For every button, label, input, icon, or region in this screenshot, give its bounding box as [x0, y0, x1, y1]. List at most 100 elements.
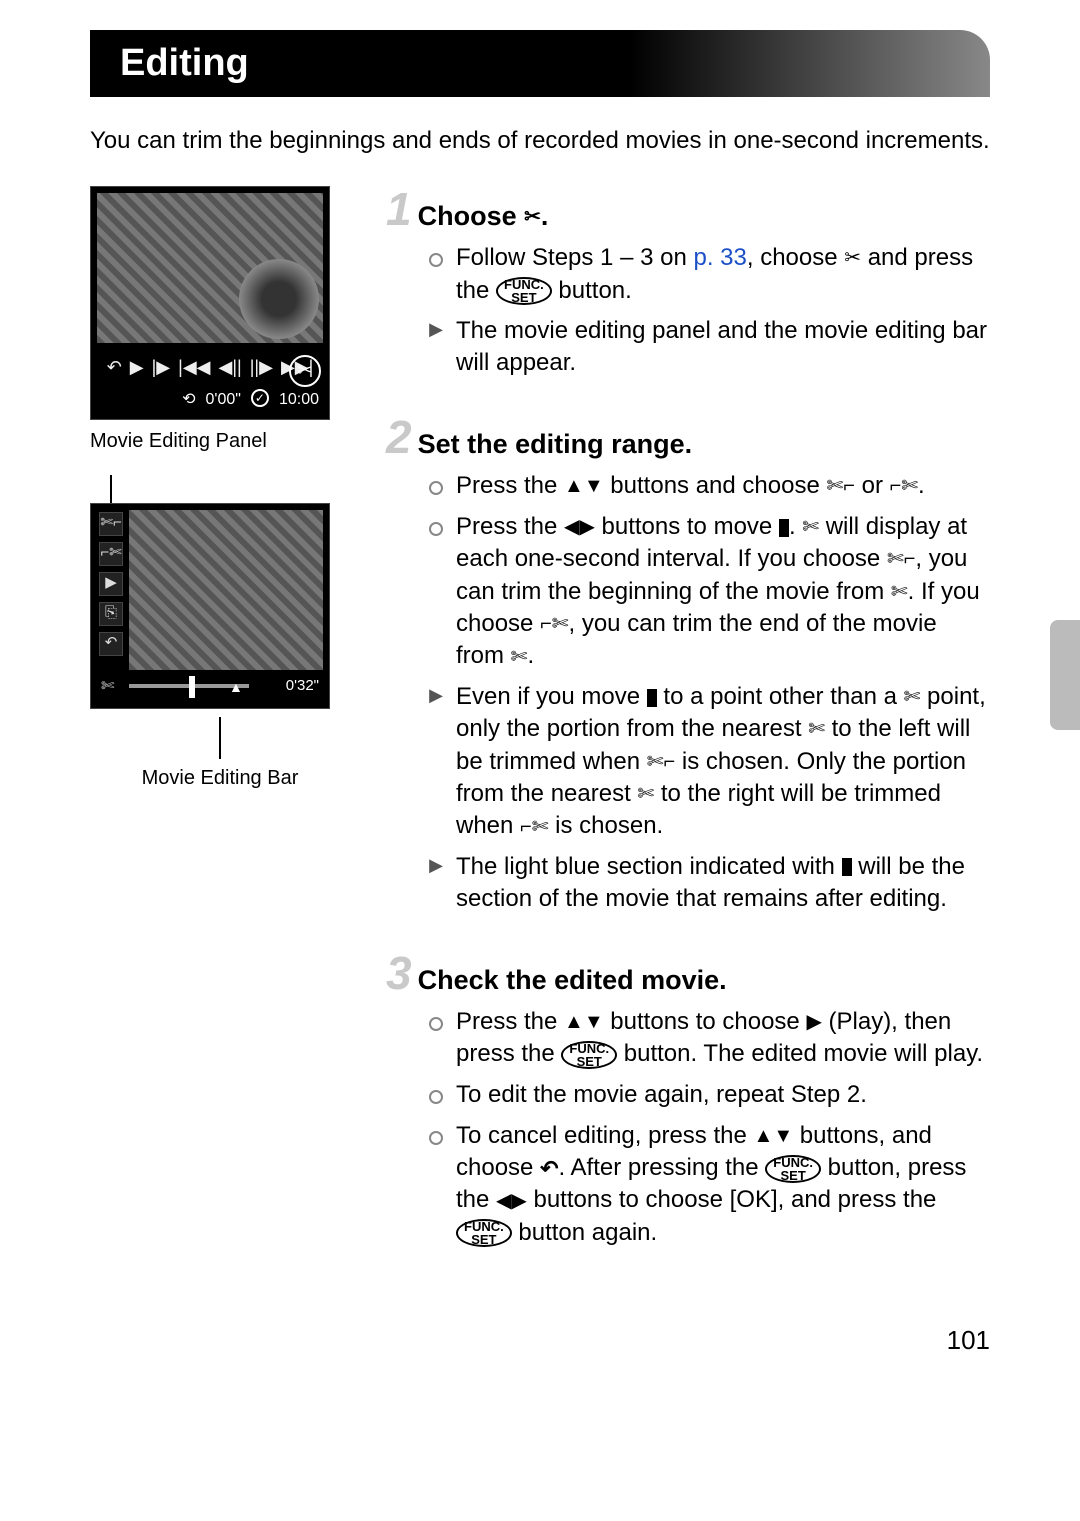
clock-icon: ✓ — [251, 389, 269, 407]
step-bullet: To cancel editing, press the buttons, an… — [426, 1120, 990, 1250]
bullet-text: The light blue section indicated with wi… — [456, 851, 990, 916]
circle-bullet-icon — [426, 474, 446, 503]
bullet-text: To edit the movie again, repeat Step 2. — [456, 1079, 990, 1112]
bar-handle-icon — [189, 676, 195, 698]
bullet-text: Press the buttons and choose or . — [456, 470, 990, 503]
step-bullet: Follow Steps 1 – 3 on p. 33, choose and … — [426, 242, 990, 307]
page-title: Editing — [90, 30, 990, 97]
step-2: 2Set the editing range. Press the buttons… — [386, 414, 990, 916]
save-icon: ⎘ — [99, 602, 123, 626]
bullet-text: Follow Steps 1 – 3 on p. 33, choose and … — [456, 242, 990, 307]
step-body: Press the buttons to choose (Play), then… — [426, 1006, 990, 1249]
cut-end-icon — [540, 611, 568, 638]
step-number: 3 — [386, 950, 412, 996]
down-icon — [584, 1009, 604, 1036]
return-icon — [540, 1154, 558, 1184]
step-number: 2 — [386, 414, 412, 460]
cut-begin-icon — [647, 749, 675, 776]
circle-bullet-icon — [426, 515, 446, 673]
panel-caption: Movie Editing Panel — [90, 428, 350, 455]
page-ref-link[interactable]: p. 33 — [693, 244, 746, 271]
bullet-text: Even if you move to a point other than a… — [456, 681, 990, 843]
scissors-icon — [808, 716, 825, 743]
step-body: Follow Steps 1 – 3 on p. 33, choose and … — [426, 242, 990, 380]
left-icon — [564, 514, 579, 541]
edit-scissors-highlight: ✂ — [289, 355, 321, 387]
cut-end-icon — [520, 814, 548, 841]
return-icon: ↶ — [99, 632, 123, 656]
step-number: 1 — [386, 186, 412, 232]
circle-bullet-icon — [426, 246, 446, 307]
step-title: Choose . — [418, 198, 549, 234]
bullet-text: Press the buttons to choose (Play), then… — [456, 1006, 990, 1071]
funcset-icon: FUNC.SET — [456, 1219, 512, 1247]
triangle-bullet-icon: ▶ — [426, 319, 446, 380]
right-icon — [511, 1188, 526, 1215]
scissors-open-icon — [844, 245, 861, 272]
back-icon: ↶ — [107, 355, 122, 379]
handle-mark-icon — [647, 689, 657, 707]
leader-line-panel — [110, 475, 112, 503]
scissors-icon — [802, 514, 819, 541]
scissors-icon — [511, 644, 528, 671]
editing-bar: ✄ ▲ 0'32" — [129, 676, 319, 698]
page-number: 101 — [90, 1323, 990, 1358]
bullet-text: Press the buttons to move . will display… — [456, 511, 990, 673]
bullet-text: To cancel editing, press the buttons, an… — [456, 1120, 990, 1250]
down-icon — [773, 1123, 793, 1150]
step-bullet: To edit the movie again, repeat Step 2. — [426, 1079, 990, 1112]
step-bullet: Press the buttons to choose (Play), then… — [426, 1006, 990, 1071]
step-bullet: Press the buttons and choose or . — [426, 470, 990, 503]
bar-time: 0'32" — [286, 676, 319, 696]
circle-bullet-icon — [426, 1010, 446, 1071]
left-icon — [496, 1188, 511, 1215]
slow-icon: |▶ — [152, 355, 171, 379]
step-1: 1Choose . Follow Steps 1 – 3 on p. 33, ch… — [386, 186, 990, 380]
bar-scissors-icon: ✄ — [101, 676, 114, 698]
funcset-icon: FUNC.SET — [561, 1041, 617, 1069]
triangle-bullet-icon: ▶ — [426, 685, 446, 843]
up-icon — [754, 1123, 774, 1150]
bar-tick-icon: ▲ — [229, 678, 243, 697]
thumb-tab — [1050, 620, 1080, 730]
circle-bullet-icon — [426, 1083, 446, 1112]
step-bullet: ▶The movie editing panel and the movie e… — [426, 315, 990, 380]
scissors-icon — [904, 684, 921, 711]
steps: 1Choose . Follow Steps 1 – 3 on p. 33, ch… — [386, 186, 990, 1284]
step-title: Set the editing range. — [418, 426, 693, 462]
funcset-icon: FUNC.SET — [496, 277, 552, 305]
play-icon — [806, 1009, 821, 1036]
cut-begin-icon: ✄⌐ — [99, 512, 123, 536]
cut-end-icon: ⌐✄ — [99, 542, 123, 566]
handle-mark-icon — [842, 858, 852, 876]
cut-end-icon — [890, 473, 918, 500]
triangle-bullet-icon: ▶ — [426, 855, 446, 916]
step-bullet: Press the buttons to move . will display… — [426, 511, 990, 673]
bar-caption: Movie Editing Bar — [90, 765, 350, 792]
scissors-open-icon — [524, 204, 541, 231]
editing-side-icons: ✄⌐ ⌐✄ ▶ ⎘ ↶ — [99, 512, 123, 656]
cut-begin-icon — [887, 546, 915, 573]
handle-mark-icon — [779, 519, 789, 537]
figure-column: ↶ ▶ |▶ |◀◀ ◀|| ||▶ ▶▶| ✂ ⟲ 0'00" ✓ 10:00… — [90, 186, 350, 1284]
intro-text: You can trim the beginnings and ends of … — [90, 125, 990, 157]
bullet-text: The movie editing panel and the movie ed… — [456, 315, 990, 380]
right-icon — [579, 514, 594, 541]
step-3: 3Check the edited movie.Press the button… — [386, 950, 990, 1250]
play-icon: ▶ — [130, 355, 144, 379]
screenshot-editing: ✄⌐ ⌐✄ ▶ ⎘ ↶ ✄ ▲ 0'32" — [90, 503, 330, 709]
scissors-icon — [891, 579, 908, 606]
volume-icon: ⟲ — [182, 389, 195, 411]
frame-back-icon: ◀|| — [219, 355, 242, 379]
play-edit-icon: ▶ — [99, 572, 123, 596]
skip-back-icon: |◀◀ — [178, 355, 210, 379]
cut-begin-icon — [826, 473, 854, 500]
step-body: Press the buttons and choose or . Press t… — [426, 470, 990, 915]
leader-line-bar — [219, 717, 221, 759]
down-icon — [584, 473, 604, 500]
funcset-icon: FUNC.SET — [765, 1155, 821, 1183]
total-time: 10:00 — [279, 389, 319, 411]
up-icon — [564, 473, 584, 500]
frame-fwd-icon: ||▶ — [250, 355, 273, 379]
up-icon — [564, 1009, 584, 1036]
